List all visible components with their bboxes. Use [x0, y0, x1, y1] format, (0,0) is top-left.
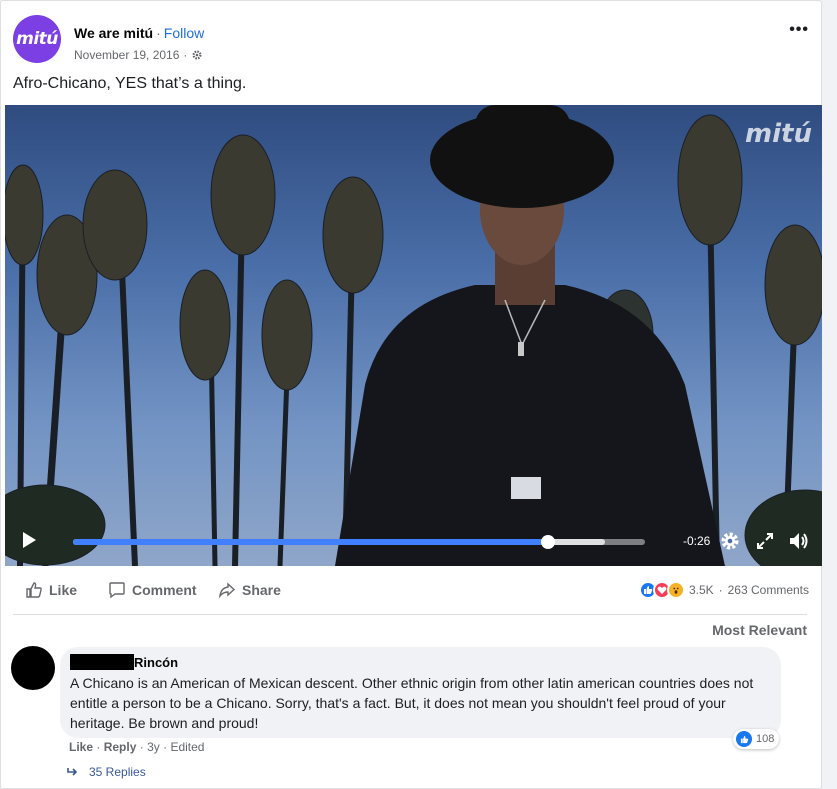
- sep-1: ·: [96, 740, 101, 754]
- play-icon[interactable]: [19, 530, 39, 550]
- page-name-row: We are mitú · Follow: [74, 25, 204, 41]
- meta-separator: ·: [183, 48, 188, 62]
- share-button[interactable]: Share: [218, 575, 281, 605]
- comment-age[interactable]: 3y: [147, 740, 160, 754]
- redacted-name: [70, 654, 134, 670]
- video-progress-bar[interactable]: [73, 535, 645, 549]
- reactions-separator: ·: [718, 583, 723, 597]
- post-meta: November 19, 2016 ·: [74, 48, 203, 62]
- action-bar: Like Comment Share 3.5K · 263 Comments: [13, 575, 809, 605]
- video-watermark: mitú: [745, 119, 812, 149]
- thumbs-up-icon: [736, 731, 752, 747]
- post-date[interactable]: November 19, 2016: [74, 48, 179, 62]
- comment-like-link[interactable]: Like: [69, 740, 93, 754]
- comment-meta: Like · Reply · 3y · Edited: [69, 740, 204, 754]
- like-label: Like: [49, 582, 78, 598]
- fullscreen-icon[interactable]: [754, 530, 776, 552]
- share-label: Share: [242, 582, 281, 598]
- replies-label: 35 Replies: [89, 765, 146, 779]
- reactions-summary[interactable]: 3.5K · 263 Comments: [638, 581, 809, 599]
- comments-count[interactable]: 263 Comments: [728, 583, 809, 597]
- commenter-avatar[interactable]: [11, 646, 55, 690]
- post-header: mitú We are mitú · Follow November 19, 201…: [13, 13, 809, 63]
- video-player[interactable]: mitú -0:26: [5, 105, 822, 566]
- video-controls: -0:26: [5, 516, 822, 566]
- share-icon: [218, 582, 236, 599]
- audience-gear-icon[interactable]: [191, 49, 203, 61]
- time-remaining: -0:26: [683, 534, 711, 548]
- reaction-count: 3.5K: [688, 583, 714, 597]
- comment-text: A Chicano is an American of Mexican desc…: [70, 675, 754, 731]
- page-name[interactable]: We are mitú: [74, 25, 153, 41]
- more-options-button[interactable]: •••: [789, 21, 809, 39]
- commenter-name-row: Rincón: [70, 654, 771, 670]
- like-count-value: 108: [756, 733, 775, 745]
- sep-2: ·: [139, 740, 144, 754]
- like-button[interactable]: Like: [25, 575, 77, 605]
- wow-reaction-icon: [666, 581, 685, 599]
- progress-scrubber[interactable]: [540, 535, 555, 549]
- comment-label: Comment: [132, 582, 197, 598]
- comment-icon: [109, 582, 125, 599]
- divider: [13, 614, 807, 615]
- edited-label: Edited: [170, 740, 205, 754]
- sep-3: ·: [163, 740, 168, 754]
- reply-arrow-icon: [67, 768, 78, 776]
- comment-button[interactable]: Comment: [108, 575, 197, 605]
- view-replies-link[interactable]: 35 Replies: [67, 765, 146, 779]
- post-card: mitú We are mitú · Follow November 19, 201…: [0, 0, 822, 789]
- comment-like-count[interactable]: 108: [733, 729, 780, 749]
- comment-bubble: Rincón A Chicano is an American of Mexic…: [60, 647, 781, 738]
- gear-icon[interactable]: [719, 530, 741, 552]
- video-frame: [5, 105, 822, 566]
- volume-icon[interactable]: [787, 530, 809, 552]
- thumbs-up-icon: [26, 582, 42, 598]
- follow-button[interactable]: Follow: [164, 25, 204, 41]
- commenter-name[interactable]: Rincón: [134, 655, 178, 670]
- page-avatar[interactable]: mitú: [13, 15, 61, 63]
- separator: ·: [156, 25, 161, 41]
- comments-sort-dropdown[interactable]: Most Relevant: [712, 622, 807, 638]
- comment-reply-link[interactable]: Reply: [104, 740, 137, 754]
- post-text: Afro-Chicano, YES that’s a thing.: [13, 75, 247, 92]
- progress-played: [73, 539, 548, 545]
